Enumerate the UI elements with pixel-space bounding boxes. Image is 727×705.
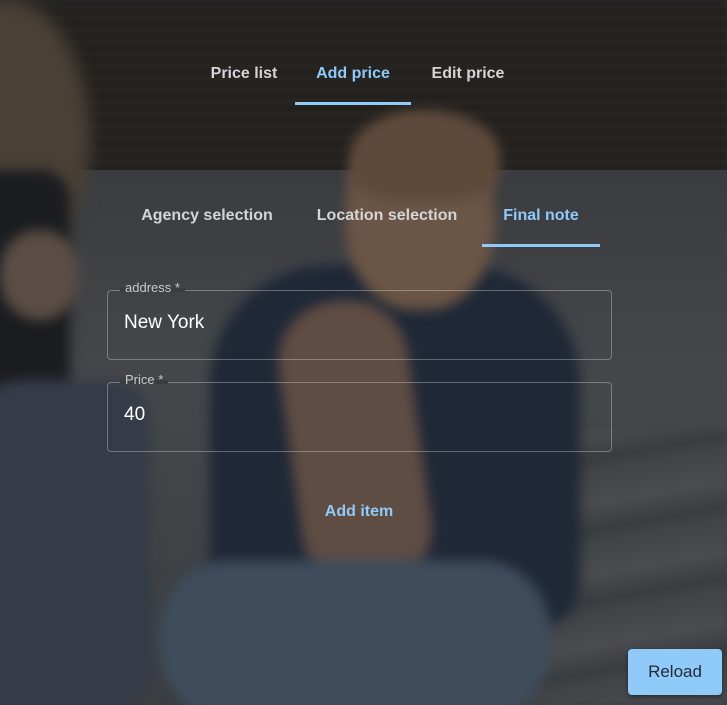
- tab-agency-selection-label: Agency selection: [141, 207, 273, 224]
- tab-price-list[interactable]: Price list: [193, 52, 295, 96]
- background-person-left-arm: [0, 230, 80, 320]
- price-field-label: Price *: [125, 372, 164, 387]
- tab-final-note-label: Final note: [503, 207, 579, 224]
- tab-edit-price[interactable]: Edit price: [411, 52, 525, 96]
- active-step-indicator: [482, 244, 600, 247]
- tab-location-selection[interactable]: Location selection: [292, 194, 482, 238]
- main-tab-bar: Price list Add price Edit price: [193, 52, 525, 107]
- tab-edit-price-label: Edit price: [431, 65, 505, 82]
- reload-button[interactable]: Reload: [628, 649, 722, 695]
- address-field-label: address *: [125, 280, 180, 295]
- step-tab-bar: Agency selection Location selection Fina…: [122, 194, 600, 248]
- tab-add-price[interactable]: Add price: [295, 52, 411, 105]
- tab-add-price-label: Add price: [316, 65, 390, 82]
- background-person-jeans: [160, 560, 550, 705]
- price-input[interactable]: [124, 404, 594, 426]
- add-item-button[interactable]: Add item: [304, 492, 414, 532]
- address-input[interactable]: [124, 312, 594, 334]
- tab-location-selection-label: Location selection: [316, 207, 458, 224]
- price-field: Price *: [107, 372, 612, 452]
- active-tab-indicator: [295, 102, 411, 105]
- tab-agency-selection[interactable]: Agency selection: [122, 194, 292, 238]
- address-field: address *: [107, 280, 612, 360]
- price-field-label-wrap: Price *: [120, 372, 169, 387]
- tab-price-list-label: Price list: [210, 65, 278, 82]
- address-field-label-wrap: address *: [120, 280, 185, 295]
- background-person-hair: [350, 110, 500, 200]
- tab-final-note[interactable]: Final note: [482, 194, 600, 247]
